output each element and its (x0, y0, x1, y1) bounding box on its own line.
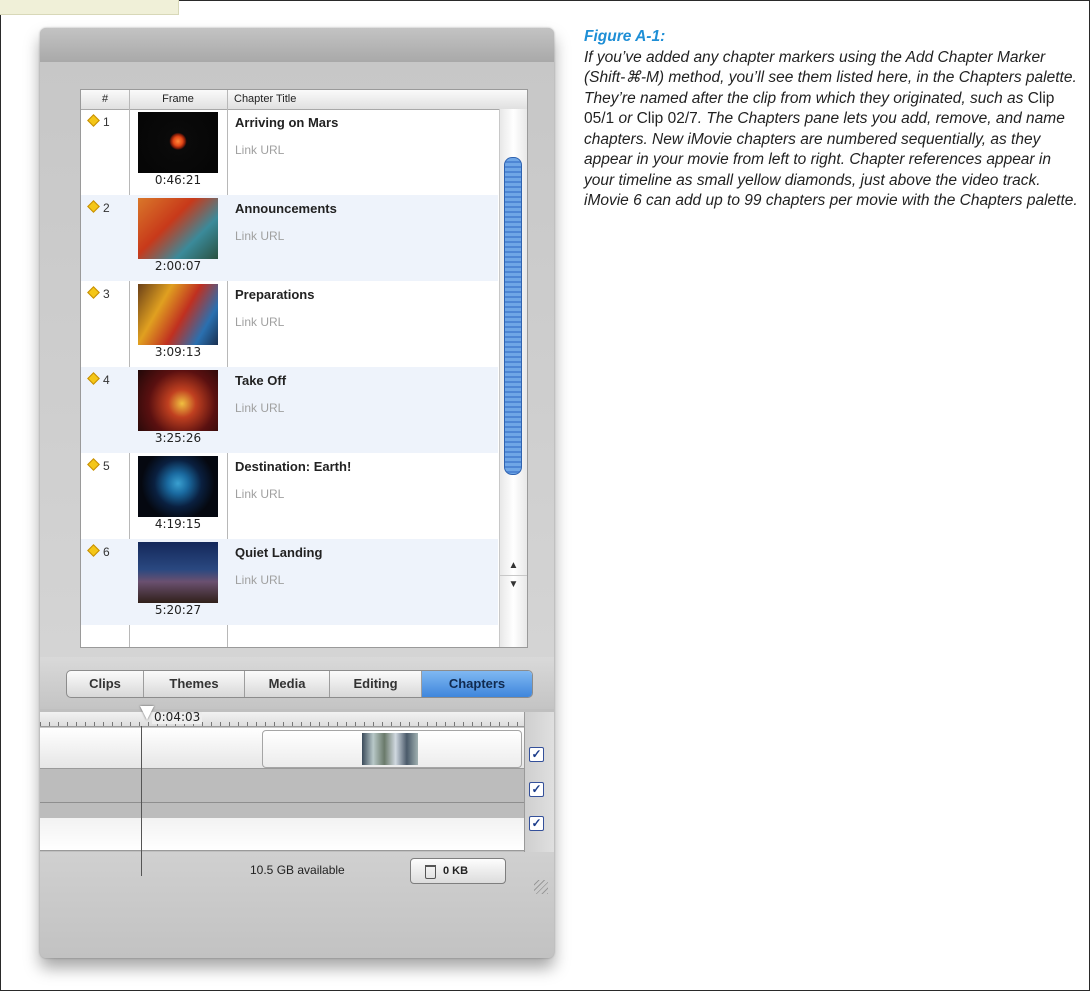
corner-tab (0, 0, 179, 15)
chapter-marker-icon (87, 544, 100, 557)
chapter-timecode: 3:09:13 (154, 345, 202, 359)
chapter-number: 1 (87, 114, 110, 129)
chapter-marker-icon (87, 458, 100, 471)
pane-button-clips[interactable]: Clips (67, 671, 144, 697)
chapter-title[interactable]: Announcements (235, 201, 337, 216)
chapters-pane: # Frame Chapter Title 1 0:46:21 Arriving… (40, 62, 554, 657)
timeline-lower-area (40, 818, 524, 851)
chapter-frame-thumbnail (138, 370, 218, 431)
chapter-row[interactable]: 2 2:00:07 Announcements Link URL (81, 195, 498, 281)
audio-track-1[interactable] (40, 769, 524, 803)
chapter-row[interactable]: 6 5:20:27 Quiet Landing Link URL (81, 539, 498, 625)
pane-button-media[interactable]: Media (245, 671, 330, 697)
chapter-frame-thumbnail (138, 284, 218, 345)
clip-thumbnail (362, 733, 418, 765)
playhead-icon[interactable] (140, 706, 154, 720)
chapter-timecode: 2:00:07 (154, 259, 202, 273)
audio-track-1-checkbox[interactable]: ✓ (529, 782, 544, 797)
column-header-chapter-title[interactable]: Chapter Title (234, 93, 296, 105)
video-track-checkbox[interactable]: ✓ (529, 747, 544, 762)
chapter-number: 2 (87, 200, 110, 215)
trash-size: 0 KB (443, 865, 469, 877)
pane-button-editing[interactable]: Editing (330, 671, 422, 697)
video-track[interactable] (40, 728, 524, 769)
ruler-ticks (40, 722, 524, 726)
pane-button-bar: Clips Themes Media Editing Chapters (40, 657, 554, 709)
scrollbar-thumb[interactable] (504, 157, 522, 475)
caption-text-1: If you’ve added any chapter markers usin… (584, 48, 1077, 107)
trash-button[interactable]: 0 KB (410, 858, 506, 884)
chapter-marker-icon (87, 200, 100, 213)
resize-grip-icon[interactable] (534, 880, 548, 894)
chapter-link-url[interactable]: Link URL (235, 143, 284, 157)
timeline: 0:04:03 ◀) (40, 706, 554, 819)
vertical-scrollbar[interactable]: ▲ ▼ (499, 109, 527, 647)
audio-track-2-checkbox[interactable]: ✓ (529, 816, 544, 831)
chapter-link-url[interactable]: Link URL (235, 315, 284, 329)
chapter-marker-icon (87, 114, 100, 127)
chapter-marker-icon (87, 372, 100, 385)
chapter-title[interactable]: Destination: Earth! (235, 459, 351, 474)
playhead-time: 0:04:03 (152, 712, 203, 724)
timeline-ruler[interactable]: 0:04:03 (40, 712, 524, 727)
status-bar: 10.5 GB available 0 KB (40, 852, 554, 958)
chapter-frame-thumbnail (138, 456, 218, 517)
trash-icon (425, 865, 436, 879)
pane-button-chapters[interactable]: Chapters (422, 671, 532, 697)
window-top-bar (40, 28, 554, 62)
chapter-link-url[interactable]: Link URL (235, 487, 284, 501)
chapter-title[interactable]: Arriving on Mars (235, 115, 338, 130)
chapter-timecode: 3:25:26 (154, 431, 202, 445)
chapter-timecode: 4:19:15 (154, 517, 202, 531)
column-header-frame[interactable]: Frame (129, 93, 227, 105)
audio-track-2[interactable] (40, 803, 524, 819)
figure-label: Figure A-1: (584, 28, 666, 45)
chapter-row[interactable]: 5 4:19:15 Destination: Earth! Link URL (81, 453, 498, 539)
chapter-frame-thumbnail (138, 542, 218, 603)
figure-caption: Figure A-1: If you’ve added any chapter … (584, 27, 1078, 212)
chapter-link-url[interactable]: Link URL (235, 573, 284, 587)
chapter-link-url[interactable]: Link URL (235, 229, 284, 243)
chapter-row[interactable]: 4 3:25:26 Take Off Link URL (81, 367, 498, 453)
scroll-up-arrow-icon[interactable]: ▲ (500, 557, 527, 575)
imovie-window: # Frame Chapter Title 1 0:46:21 Arriving… (40, 28, 554, 958)
table-header: # Frame Chapter Title (81, 90, 527, 110)
chapter-number: 4 (87, 372, 110, 387)
pane-button-themes[interactable]: Themes (144, 671, 245, 697)
caption-text-2: or (614, 110, 637, 127)
chapter-title[interactable]: Take Off (235, 373, 286, 388)
chapter-timecode: 0:46:21 (154, 173, 202, 187)
chapter-title[interactable]: Quiet Landing (235, 545, 322, 560)
caption-clip-b: Clip 02/7 (636, 110, 698, 127)
chapter-title[interactable]: Preparations (235, 287, 314, 302)
scroll-down-arrow-icon[interactable]: ▼ (500, 575, 527, 594)
chapters-table: # Frame Chapter Title 1 0:46:21 Arriving… (80, 89, 528, 648)
chapter-timecode: 5:20:27 (154, 603, 202, 617)
pane-buttons: Clips Themes Media Editing Chapters (66, 670, 533, 698)
playhead-line (141, 726, 142, 876)
chapter-link-url[interactable]: Link URL (235, 401, 284, 415)
chapter-row[interactable]: 3 3:09:13 Preparations Link URL (81, 281, 498, 367)
disk-space-label: 10.5 GB available (250, 863, 345, 877)
chapter-number: 3 (87, 286, 110, 301)
chapter-frame-thumbnail (138, 198, 218, 259)
chapter-frame-thumbnail (138, 112, 218, 173)
column-header-number[interactable]: # (81, 93, 129, 105)
chapter-number: 5 (87, 458, 110, 473)
chapter-marker-icon (87, 286, 100, 299)
video-clip[interactable] (262, 730, 522, 768)
chapter-number: 6 (87, 544, 110, 559)
chapter-row[interactable]: 1 0:46:21 Arriving on Mars Link URL (81, 109, 498, 195)
